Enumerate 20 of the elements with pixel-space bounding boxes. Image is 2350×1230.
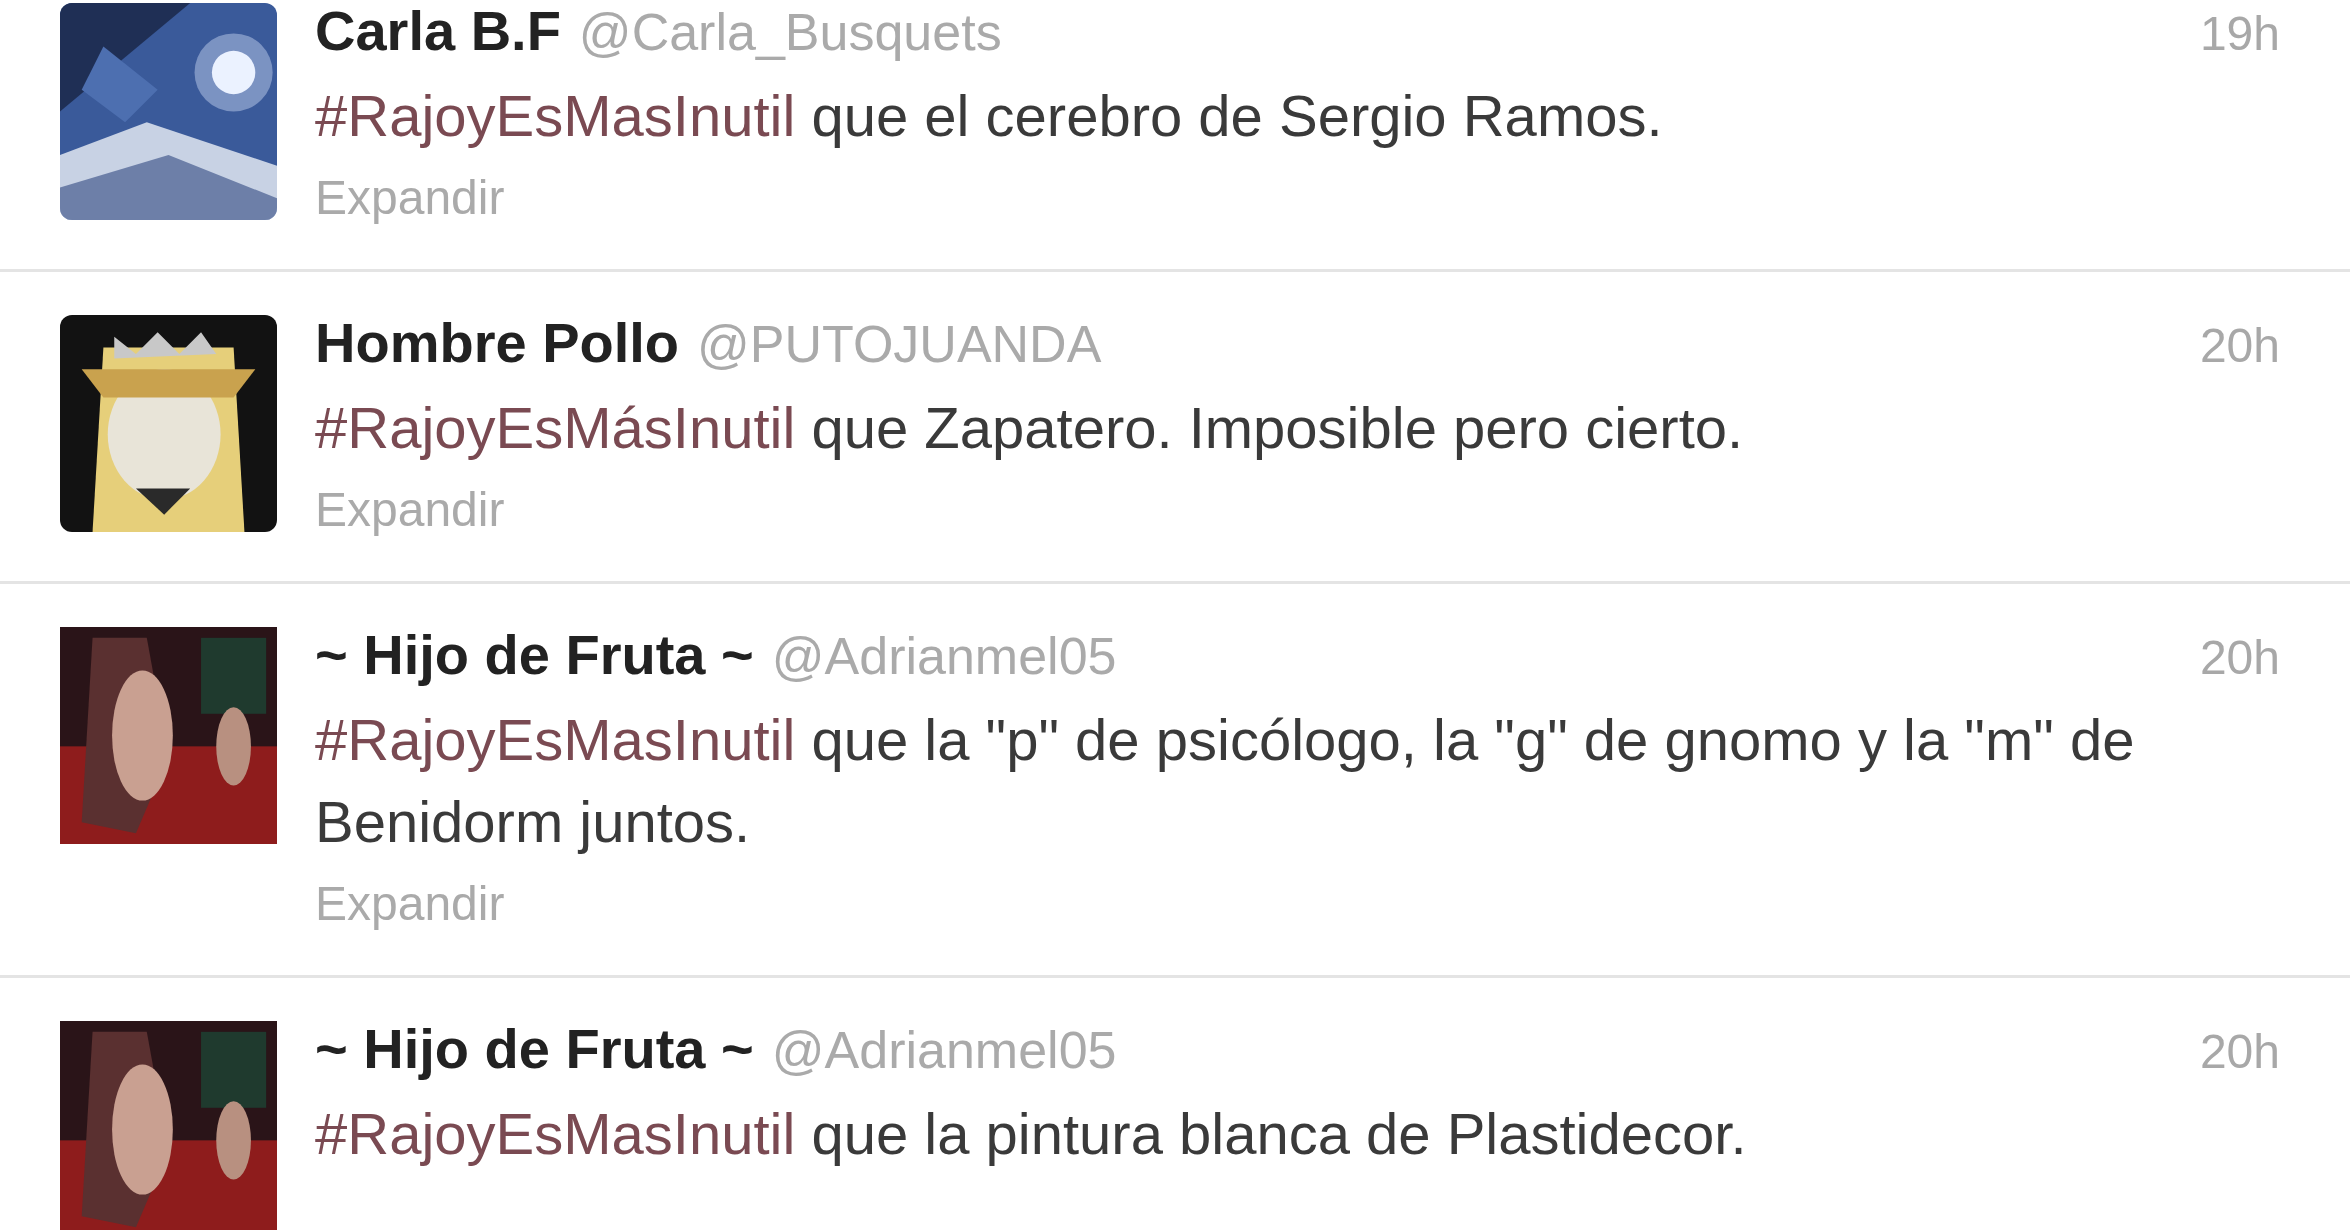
hashtag-link[interactable]: #RajoyEsMasInutil <box>315 1101 796 1166</box>
timestamp: 20h <box>2199 630 2281 686</box>
user-handle: @PUTOJUANDA <box>697 314 1102 375</box>
tweet-text: #RajoyEsMasInutil que la "p" de psicólogo, la "g" de gnomo y la "m" de Benidorm juntos. <box>315 706 2136 856</box>
timestamp: 20h <box>2199 1024 2281 1080</box>
user-name: ~ Hijo de Fruta ~ <box>315 1016 754 1082</box>
timestamp: 19h <box>2199 6 2281 62</box>
tweet-text: #RajoyEsMasInutil que la pintura blanca de Plastidecor. <box>315 1100 1748 1168</box>
user-name: Carla B.F <box>315 0 561 64</box>
hashtag-link[interactable]: #RajoyEsMasInutil <box>315 707 796 772</box>
timestamp: 20h <box>2199 318 2281 374</box>
user-handle: @Adrianmel05 <box>771 1020 1117 1081</box>
user-handle: @Carla_Busquets <box>578 2 1002 63</box>
user-handle: @Adrianmel05 <box>771 626 1117 687</box>
tweet-text: #RajoyEsMásInutil que Zapatero. Imposible pero cierto. <box>315 394 1745 462</box>
user-name: ~ Hijo de Fruta ~ <box>315 622 754 688</box>
user-name: Hombre Pollo <box>315 310 680 376</box>
tweet-text: #RajoyEsMasInutil que el cerebro de Sergio Ramos. <box>315 82 1664 150</box>
hashtag-link[interactable]: #RajoyEsMásInutil <box>315 395 796 460</box>
hashtag-link[interactable]: #RajoyEsMasInutil <box>315 83 796 148</box>
